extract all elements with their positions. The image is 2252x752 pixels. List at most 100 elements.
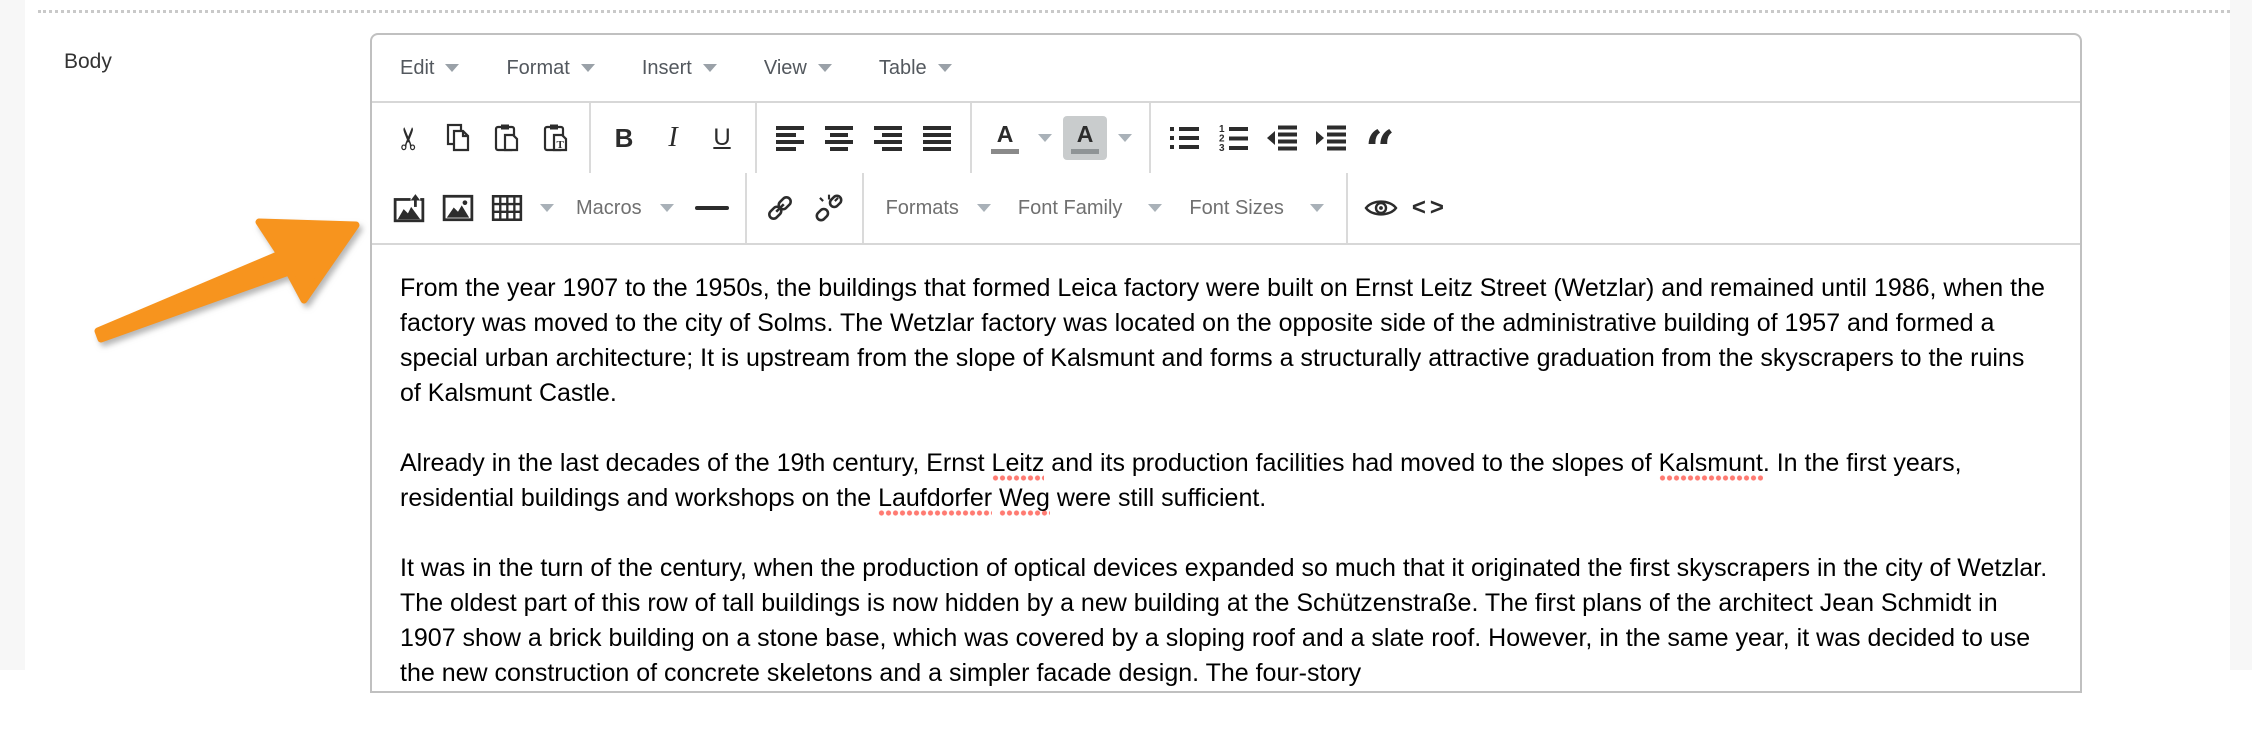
misspelled-word[interactable]: Kalsmunt (1658, 449, 1763, 481)
font-sizes-dropdown[interactable]: Font Sizes (1177, 179, 1335, 237)
format-group: Formats Font Family Font Sizes (864, 173, 1346, 243)
background-color-button[interactable]: A (1062, 109, 1108, 167)
page-left-gutter (0, 0, 25, 670)
table-icon (491, 194, 523, 222)
indent-button[interactable] (1308, 109, 1354, 167)
body-paragraph[interactable]: It was in the turn of the century, when … (400, 551, 2052, 691)
menu-item-edit[interactable]: Edit (400, 56, 460, 80)
toolbar-panel: ✂ T B I U A A 1 2 3 “ Macros Formats Fon… (372, 103, 2080, 245)
align-center-button[interactable] (816, 109, 862, 167)
blockquote-button[interactable]: “ (1357, 109, 1403, 177)
menu-item-table[interactable]: Table (879, 57, 952, 80)
justify-button[interactable] (914, 109, 960, 167)
chevron-down-icon (976, 204, 991, 212)
image-button[interactable] (435, 179, 481, 237)
justify-icon (923, 126, 951, 151)
body-paragraph[interactable]: From the year 1907 to the 1950s, the bui… (400, 271, 2052, 411)
paste-as-text-icon: T (543, 124, 568, 152)
paste-as-text-button[interactable]: T (533, 109, 579, 167)
remove-link-button[interactable] (806, 179, 852, 237)
annotation-arrow (94, 218, 360, 343)
chevron-down-icon (937, 64, 952, 72)
paste-button[interactable] (484, 109, 530, 167)
svg-text:3: 3 (1219, 143, 1225, 152)
align-right-icon (874, 126, 902, 151)
menu-item-format[interactable]: Format (506, 56, 595, 80)
menu-item-label: View (763, 56, 807, 79)
blockquote-icon: “ (1365, 120, 1395, 181)
image-icon (442, 194, 474, 222)
align-left-icon (776, 126, 804, 151)
outdent-button[interactable] (1259, 109, 1305, 167)
horizontal-rule-button[interactable] (689, 179, 735, 237)
font-family-dropdown[interactable]: Font Family (1006, 179, 1174, 237)
numbered-list-button[interactable]: 123 (1210, 109, 1256, 167)
underline-glyph: U (713, 124, 731, 151)
misspelled-word[interactable]: Laufdorfer (878, 484, 993, 516)
form-row-divider (38, 10, 2230, 13)
page-right-gutter (2230, 0, 2252, 670)
misspelled-word[interactable]: Weg (999, 484, 1050, 516)
toolbar-row-2: Macros Formats Font Family Font Sizes <> (372, 173, 2080, 243)
preview-eye-icon (1364, 200, 1398, 216)
macros-dropdown[interactable]: Macros (564, 179, 686, 237)
italic-glyph: I (668, 122, 678, 153)
text-segment: were still sufficient. (1049, 484, 1267, 512)
align-center-icon (825, 126, 853, 151)
menu-item-view[interactable]: View (764, 57, 832, 80)
align-right-button[interactable] (865, 109, 911, 167)
list-indent-group: 123 “ (1151, 103, 1413, 177)
menu-item-label: Edit (400, 56, 435, 79)
editor-content[interactable]: From the year 1907 to the 1950s, the bui… (372, 245, 2080, 752)
link-group (747, 173, 862, 243)
copy-button[interactable] (435, 109, 481, 167)
insert-group: Macros (376, 173, 745, 243)
chevron-down-icon (1309, 204, 1324, 212)
text-segment: From the year 1907 to the 1950s, the bui… (400, 274, 2045, 407)
chevron-down-icon (702, 64, 717, 72)
chevron-down-icon (580, 64, 595, 72)
formats-label: Formats (885, 196, 959, 219)
font-family-label: Font Family (1017, 196, 1123, 219)
svg-text:T: T (557, 139, 565, 151)
bullet-list-icon (1170, 127, 1199, 149)
align-left-button[interactable] (767, 109, 813, 167)
italic-button[interactable]: I (650, 109, 696, 167)
chevron-down-icon (1038, 134, 1052, 142)
numbered-list-icon: 123 (1219, 124, 1248, 152)
underline-button[interactable]: U (699, 109, 745, 167)
color-group: A A (972, 103, 1149, 173)
link-icon (767, 196, 792, 220)
text-segment (992, 484, 999, 512)
bold-button[interactable]: B (601, 109, 647, 167)
copy-icon (446, 123, 470, 152)
insert-link-button[interactable] (757, 179, 803, 237)
body-paragraph[interactable]: Already in the last decades of the 19th … (400, 446, 2052, 516)
menu-item-insert[interactable]: Insert (642, 57, 717, 80)
menu-item-label: Insert (641, 56, 692, 79)
page: { "field_label": "Body", "menubar": { "i… (0, 0, 2252, 693)
menu-item-label: Format (506, 56, 570, 79)
rich-text-editor: Edit Format Insert View Table ✂ T B I U … (370, 33, 2082, 693)
insert-image-button[interactable] (386, 179, 432, 237)
alignment-group (757, 103, 970, 173)
misspelled-word[interactable]: Leitz (991, 449, 1045, 481)
chevron-down-icon (445, 64, 460, 72)
preview-button[interactable] (1358, 179, 1404, 237)
text-color-button[interactable]: A (982, 109, 1028, 167)
table-menu-button[interactable] (533, 179, 561, 237)
background-color-menu-button[interactable] (1111, 109, 1139, 167)
toolbar-row-1: ✂ T B I U A A 1 2 3 “ (372, 103, 2080, 177)
bold-glyph: B (614, 122, 634, 153)
text-segment: Already in the last decades of the 19th … (400, 449, 992, 477)
bullet-list-button[interactable] (1161, 109, 1207, 167)
text-color-menu-button[interactable] (1031, 109, 1059, 167)
formats-dropdown[interactable]: Formats (874, 179, 1003, 237)
table-button[interactable] (484, 179, 530, 237)
chevron-down-icon (1148, 204, 1163, 212)
menubar: Edit Format Insert View Table (372, 35, 2080, 103)
source-code-button[interactable]: <> (1407, 179, 1453, 237)
text-segment: It was in the turn of the century, when … (400, 554, 2048, 687)
cut-button[interactable]: ✂ (386, 109, 432, 167)
outdent-icon (1267, 125, 1297, 151)
